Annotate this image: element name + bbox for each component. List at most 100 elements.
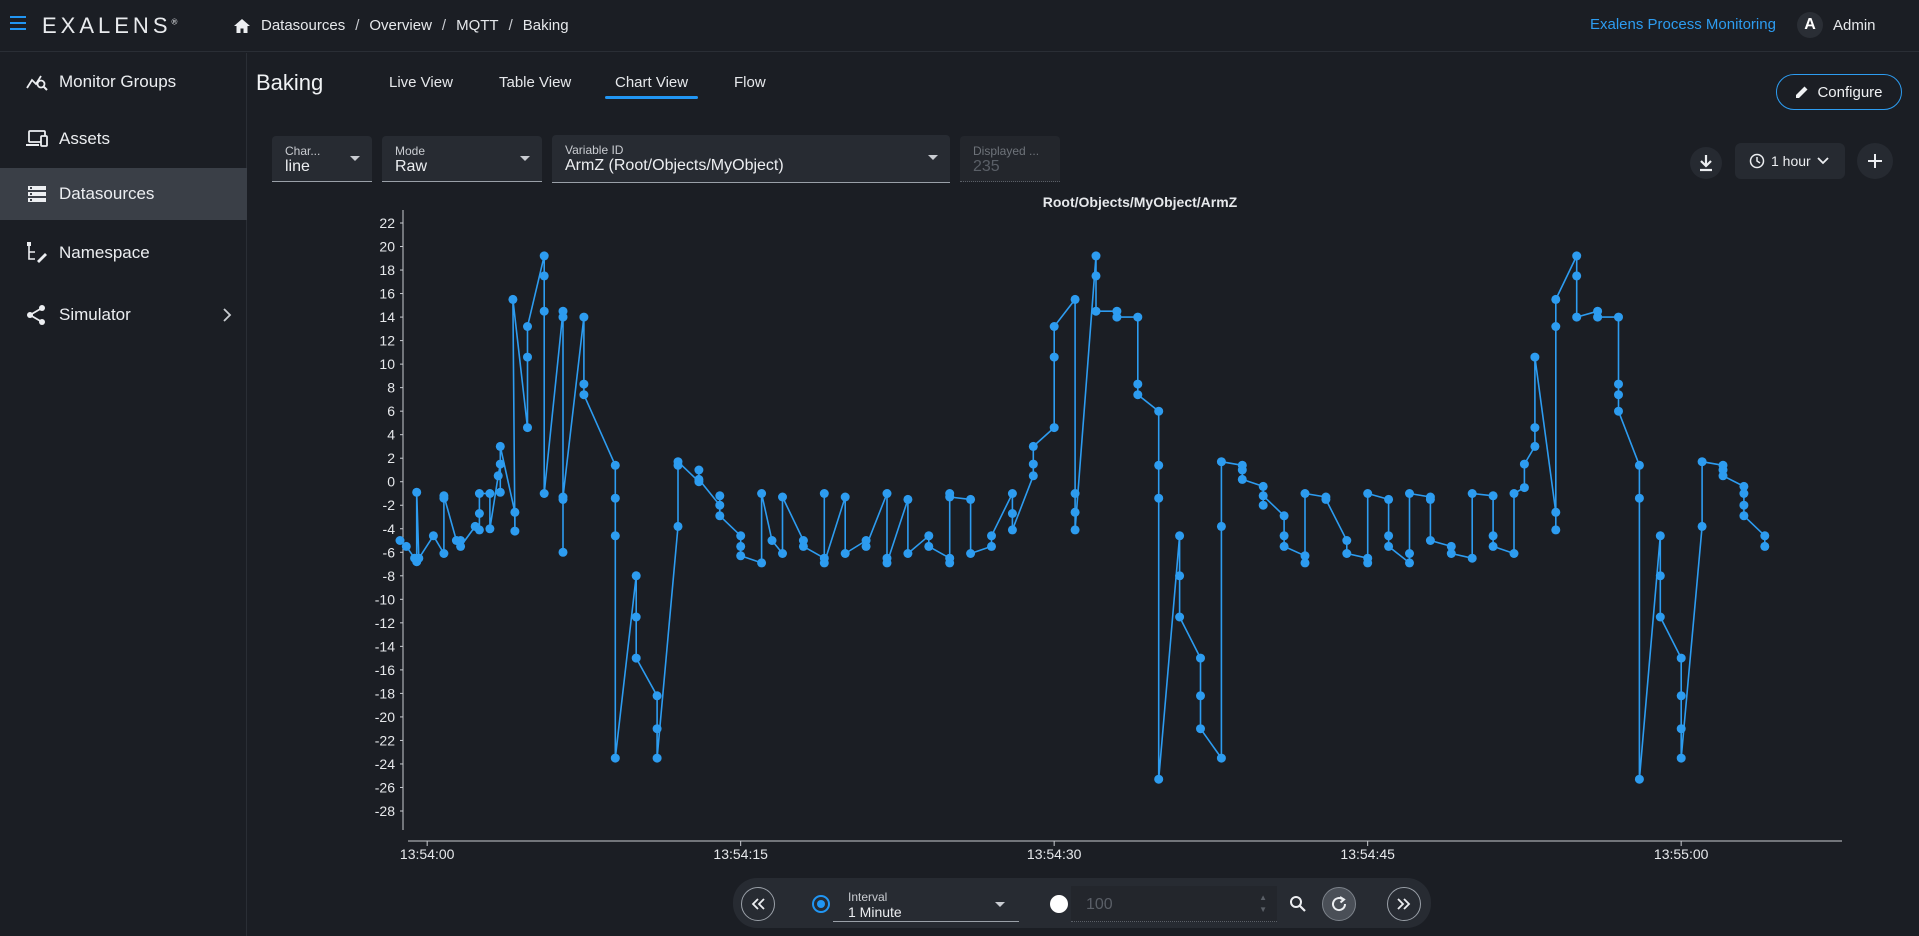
- data-point: [987, 541, 996, 551]
- simulator-icon: [27, 305, 45, 325]
- data-point: [882, 558, 892, 568]
- data-point: [1676, 753, 1686, 763]
- data-point: [1007, 489, 1017, 498]
- data-point: [1070, 294, 1080, 304]
- data-point: [495, 487, 505, 497]
- data-point: [945, 492, 955, 502]
- home-icon[interactable]: [233, 18, 251, 34]
- variable-id-select[interactable]: Variable ID ArmZ (Root/Objects/MyObject): [552, 135, 950, 183]
- tab-flow[interactable]: Flow: [734, 74, 766, 91]
- data-point: [861, 541, 871, 551]
- data-point: [428, 531, 438, 541]
- data-point: [523, 322, 532, 331]
- data-point: [610, 460, 620, 470]
- chevron-down-icon: [520, 156, 530, 161]
- download-button[interactable]: [1690, 147, 1722, 179]
- data-point: [736, 541, 746, 551]
- data-point: [474, 489, 484, 498]
- data-point: [694, 474, 704, 484]
- data-point: [1739, 489, 1749, 498]
- sidebar-item-namespace[interactable]: Namespace: [0, 227, 247, 279]
- data-point: [1739, 511, 1749, 521]
- time-range-button[interactable]: 1 hour: [1735, 143, 1845, 179]
- app-logo[interactable]: EXALENS®: [42, 13, 177, 39]
- sidebar-item-assets[interactable]: Assets: [0, 113, 247, 165]
- y-tick-label: -20: [375, 709, 395, 725]
- breadcrumb-mqtt[interactable]: MQTT: [456, 17, 499, 34]
- data-point: [1425, 536, 1435, 545]
- data-point: [1258, 491, 1268, 501]
- chart-title: Root/Objects/MyObject/ArmZ: [1043, 194, 1238, 210]
- y-tick-label: -10: [375, 591, 395, 607]
- data-point: [1049, 423, 1059, 433]
- data-point: [1551, 322, 1561, 331]
- tab-live-view[interactable]: Live View: [389, 74, 453, 91]
- tab-chart-view[interactable]: Chart View: [604, 74, 699, 99]
- data-point: [558, 492, 568, 502]
- count-value: 100: [1086, 896, 1113, 913]
- user-menu[interactable]: A Admin: [1797, 12, 1876, 38]
- add-button[interactable]: [1857, 143, 1893, 179]
- chevron-down-icon: [1817, 157, 1829, 165]
- data-point: [1697, 457, 1707, 467]
- data-point: [439, 549, 449, 558]
- data-point: [1655, 571, 1665, 581]
- line-chart: Root/Objects/MyObject/ArmZ22201816141210…: [375, 194, 1842, 862]
- data-point: [1488, 541, 1498, 551]
- refresh-button[interactable]: [1322, 887, 1356, 921]
- chevron-right-icon: [223, 308, 232, 322]
- count-input: 100 ▲ ▼: [1071, 886, 1277, 922]
- interval-select[interactable]: Interval 1 Minute: [833, 886, 1019, 922]
- x-tick-label: 13:55:00: [1654, 846, 1709, 862]
- top-bar: EXALENS® Datasources / Overview / MQTT /…: [0, 0, 1919, 52]
- search-button[interactable]: [1281, 887, 1315, 921]
- menu-icon[interactable]: [10, 16, 28, 32]
- data-point: [1551, 507, 1561, 517]
- app-name-link[interactable]: Exalens Process Monitoring: [1590, 16, 1776, 33]
- series-line: [399, 255, 1766, 780]
- data-point: [1634, 493, 1644, 503]
- mode-select[interactable]: Mode Raw: [382, 136, 542, 182]
- data-point: [673, 457, 683, 467]
- configure-button[interactable]: Configure: [1776, 74, 1902, 110]
- data-point: [495, 459, 505, 469]
- data-point: [1070, 489, 1080, 498]
- sidebar: Monitor Groups Assets Datasources Namesp…: [0, 53, 247, 936]
- data-point: [1614, 379, 1623, 389]
- breadcrumb-overview[interactable]: Overview: [369, 17, 432, 34]
- data-point: [631, 571, 641, 581]
- sidebar-item-datasources[interactable]: Datasources: [0, 168, 247, 220]
- data-point: [882, 489, 892, 498]
- y-tick-label: 18: [379, 262, 395, 278]
- data-point: [736, 551, 746, 561]
- data-point: [1216, 457, 1226, 467]
- data-point: [1070, 507, 1080, 517]
- sidebar-item-simulator[interactable]: Simulator: [0, 289, 247, 341]
- data-point: [819, 558, 829, 568]
- next-button[interactable]: [1387, 887, 1421, 921]
- data-point: [1467, 553, 1477, 563]
- data-point: [508, 294, 518, 304]
- data-point: [1739, 500, 1749, 510]
- data-point: [1572, 251, 1582, 261]
- interval-label: Interval: [848, 890, 888, 904]
- data-point: [1321, 494, 1331, 504]
- data-point: [579, 390, 589, 400]
- data-point: [1572, 312, 1582, 322]
- displayed-count-label: Displayed ...: [973, 144, 1040, 158]
- chart-type-select[interactable]: Char... line: [272, 136, 372, 182]
- sidebar-item-monitor-groups[interactable]: Monitor Groups: [0, 56, 247, 108]
- previous-button[interactable]: [741, 887, 775, 921]
- chart-type-value: line: [285, 158, 310, 175]
- y-tick-label: 8: [387, 380, 395, 396]
- data-point: [539, 489, 549, 498]
- search-icon: [1290, 896, 1306, 912]
- data-point: [1676, 691, 1686, 701]
- breadcrumb-datasources[interactable]: Datasources: [261, 17, 345, 34]
- data-point: [903, 494, 913, 504]
- tab-table-view[interactable]: Table View: [499, 74, 571, 91]
- y-tick-label: -6: [383, 544, 396, 560]
- count-radio[interactable]: [1050, 895, 1068, 913]
- interval-radio[interactable]: [812, 895, 830, 913]
- data-point: [1614, 406, 1623, 416]
